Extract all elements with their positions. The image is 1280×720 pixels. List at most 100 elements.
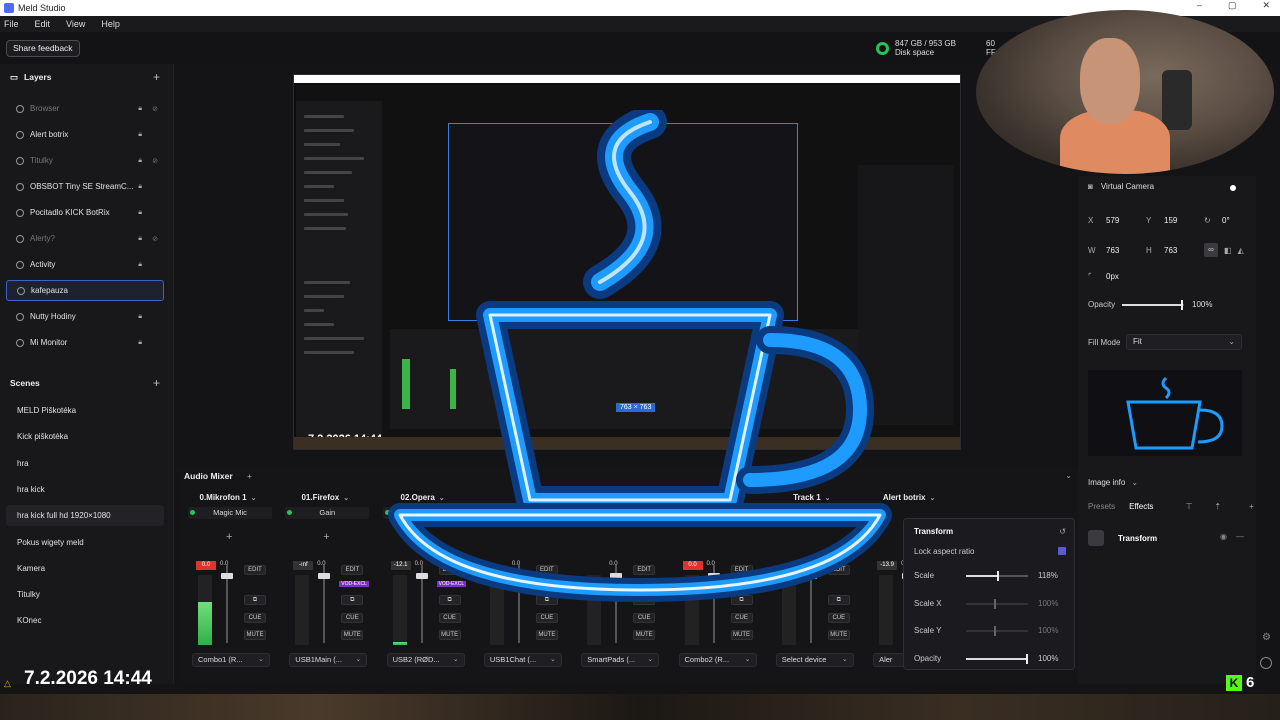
channel-name-select[interactable]: Smart Ped ⌄ xyxy=(571,491,663,505)
cue-button[interactable]: CUE xyxy=(827,613,850,623)
mute-button[interactable]: MUTE xyxy=(827,630,850,640)
device-select[interactable]: SmartPads (... ⌄ xyxy=(581,653,660,667)
volume-fader[interactable] xyxy=(610,565,623,643)
scene-item[interactable]: hra xyxy=(6,453,164,474)
edit-button[interactable]: EDIT xyxy=(438,565,461,575)
channel-effect[interactable]: Gain xyxy=(285,507,370,519)
cue-button[interactable]: CUE xyxy=(341,613,364,623)
device-select[interactable]: Select device ⌄ xyxy=(775,653,854,667)
add-scene-button[interactable]: + xyxy=(153,376,160,390)
menu-help[interactable]: Help xyxy=(101,19,120,29)
device-select[interactable]: USB1Chat (... ⌄ xyxy=(483,653,562,667)
maximize-button[interactable]: ▢ xyxy=(1228,0,1237,11)
edit-button[interactable]: EDIT xyxy=(633,565,656,575)
link-icon[interactable]: ⧉ xyxy=(633,595,656,605)
scene-item[interactable]: Kamera xyxy=(6,558,164,579)
mute-button[interactable]: MUTE xyxy=(730,630,753,640)
edit-button[interactable]: EDIT xyxy=(730,565,753,575)
user-avatar-icon[interactable] xyxy=(1260,657,1272,669)
close-button[interactable]: ✕ xyxy=(1262,0,1270,11)
add-track-button[interactable]: + xyxy=(247,471,252,481)
scene-item[interactable]: hra kick full hd 1920×1080 xyxy=(6,505,164,527)
fader-knob[interactable] xyxy=(707,573,720,579)
volume-fader[interactable] xyxy=(804,565,817,643)
cue-button[interactable]: CUE xyxy=(438,613,461,623)
scale-x-slider[interactable] xyxy=(966,599,1028,609)
mute-button[interactable]: MUTE xyxy=(535,630,558,640)
scene-item[interactable]: hra kick xyxy=(6,479,164,500)
effect-eye-icon[interactable]: ◉ xyxy=(1220,532,1227,541)
tab-effects[interactable]: Effects xyxy=(1129,502,1153,511)
fader-knob[interactable] xyxy=(221,573,233,579)
lock-icon[interactable]: 🔒︎ xyxy=(138,339,142,347)
lock-aspect-checkbox[interactable] xyxy=(1058,547,1066,555)
corner-input[interactable]: 0px xyxy=(1106,272,1146,281)
link-icon[interactable]: ⧉ xyxy=(827,595,850,605)
device-select[interactable]: USB1Main (... ⌄ xyxy=(289,653,368,667)
scene-item[interactable]: Pokus wigety meld xyxy=(6,532,164,553)
hidden-eye-icon[interactable]: ⊘ xyxy=(152,235,158,243)
layer-item[interactable]: kafepauza xyxy=(6,280,164,301)
mute-button[interactable]: MUTE xyxy=(244,630,266,640)
channel-name-select[interactable]: Track 1 ⌄ xyxy=(766,491,858,505)
cue-button[interactable]: CUE xyxy=(535,613,558,623)
cue-button[interactable]: CUE xyxy=(730,613,753,623)
scene-item[interactable]: Kick piškotéka xyxy=(6,426,164,447)
lock-icon[interactable]: 🔒︎ xyxy=(138,261,142,269)
link-aspect-icon[interactable]: ∞ xyxy=(1204,243,1218,257)
scene-item[interactable]: Titulky xyxy=(6,584,164,605)
lock-icon[interactable]: 🔒︎ xyxy=(138,131,142,139)
scene-item[interactable]: MELD Piškotéka xyxy=(6,400,164,421)
preview-canvas[interactable]: 7.2.2026 14:44 763 × 763 xyxy=(293,74,961,450)
link-icon[interactable]: ⧉ xyxy=(535,595,558,605)
edit-button[interactable]: EDIT xyxy=(827,565,850,575)
volume-fader[interactable] xyxy=(512,565,525,643)
hidden-eye-icon[interactable]: ⊘ xyxy=(152,157,158,165)
channel-name-select[interactable]: 01.Firefox ⌄ xyxy=(279,491,371,505)
effect-remove-icon[interactable]: — xyxy=(1236,532,1244,541)
scale-slider[interactable] xyxy=(966,571,1028,581)
link-icon[interactable]: ⧉ xyxy=(730,595,753,605)
volume-fader[interactable] xyxy=(318,565,331,643)
device-select[interactable]: Combo1 (R... ⌄ xyxy=(192,653,270,667)
fill-mode-select[interactable]: Fit ⌄ xyxy=(1126,334,1242,350)
link-icon[interactable]: ⧉ xyxy=(438,595,461,605)
align-top-icon[interactable]: ⊤ xyxy=(1185,502,1192,511)
x-input[interactable]: 579 xyxy=(1106,216,1146,225)
hidden-eye-icon[interactable]: ⊘ xyxy=(152,105,158,113)
volume-fader[interactable] xyxy=(415,565,428,643)
fader-knob[interactable] xyxy=(512,573,525,579)
menu-edit[interactable]: Edit xyxy=(35,19,51,29)
layer-item[interactable]: Nutty Hodiny 🔒︎ xyxy=(6,306,164,327)
lock-icon[interactable]: 🔒︎ xyxy=(138,105,142,113)
layer-item[interactable]: Activity 🔒︎ xyxy=(6,254,164,275)
mute-button[interactable]: MUTE xyxy=(341,630,364,640)
visibility-dot-icon[interactable] xyxy=(1230,185,1236,191)
layer-item[interactable]: Titulky 🔒︎ ⊘ xyxy=(6,150,164,171)
layer-item[interactable]: Alert botrix 🔒︎ xyxy=(6,124,164,145)
channel-name-select[interactable] xyxy=(474,491,566,505)
edit-button[interactable]: EDIT xyxy=(341,565,364,575)
fader-knob[interactable] xyxy=(415,573,428,579)
mute-button[interactable]: MUTE xyxy=(438,630,461,640)
menu-view[interactable]: View xyxy=(66,19,85,29)
vod-excl-badge[interactable]: VOD-EXCL xyxy=(436,581,467,587)
minimize-button[interactable]: – xyxy=(1197,0,1202,11)
transform-opacity-slider[interactable] xyxy=(966,654,1028,664)
opacity-slider[interactable] xyxy=(1122,300,1184,310)
share-feedback-button[interactable]: Share feedback xyxy=(6,40,80,57)
volume-fader[interactable] xyxy=(221,565,233,643)
link-icon[interactable]: ⧉ xyxy=(244,595,266,605)
channel-effect[interactable] xyxy=(382,507,467,519)
lock-icon[interactable]: 🔒︎ xyxy=(138,183,142,191)
link-icon[interactable]: ⧉ xyxy=(341,595,364,605)
device-select[interactable]: Combo2 (R... ⌄ xyxy=(678,653,757,667)
lock-icon[interactable]: 🔒︎ xyxy=(138,313,142,321)
add-layer-button[interactable]: + xyxy=(153,70,160,84)
channel-name-select[interactable]: Track ⌄ xyxy=(669,491,761,505)
warning-icon[interactable]: △ xyxy=(4,678,11,689)
layer-item[interactable]: Browser 🔒︎ ⊘ xyxy=(6,98,164,119)
layer-item[interactable]: Pocitadlo KICK BotRix 🔒︎ xyxy=(6,202,164,223)
layer-item[interactable]: Mi Monitor 🔒︎ xyxy=(6,332,164,353)
add-effect-button[interactable]: + xyxy=(421,531,427,543)
